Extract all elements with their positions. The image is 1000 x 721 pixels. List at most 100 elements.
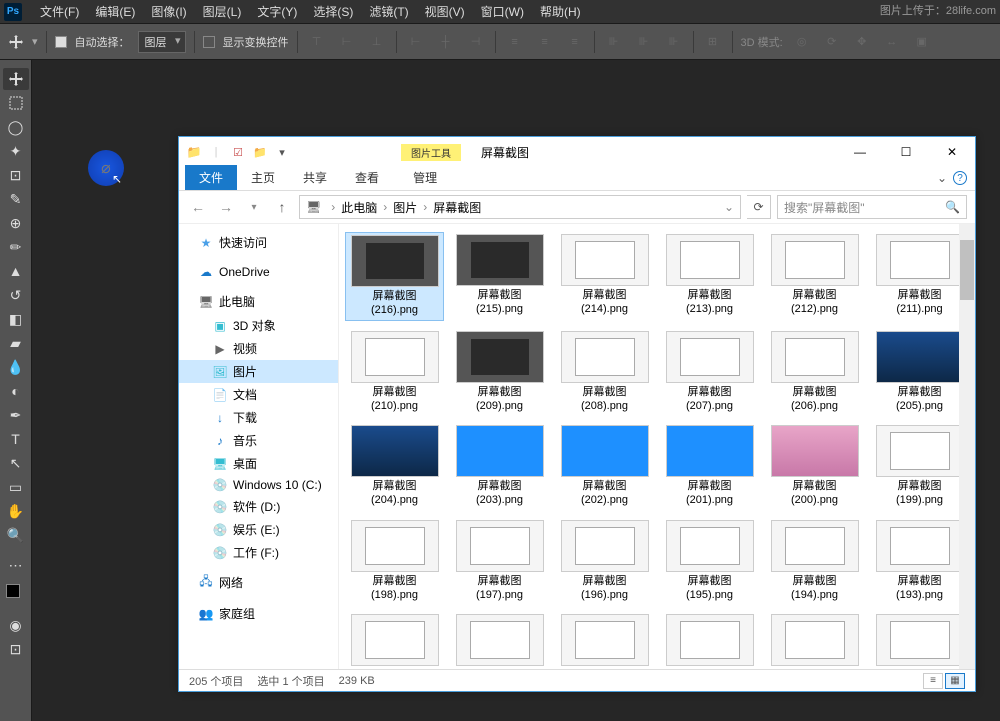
file-item[interactable]: 屏幕截图(205).png [870, 329, 969, 416]
explorer-titlebar[interactable]: 📁 | ☑ 📁 ▾ 图片工具 屏幕截图 — ☐ ✕ [179, 137, 975, 167]
hand-tool[interactable]: ✋ [3, 500, 29, 522]
marquee-tool[interactable] [3, 92, 29, 114]
menu-view[interactable]: 视图(V) [417, 3, 473, 20]
sidebar-item[interactable]: 💿Windows 10 (C:) [179, 475, 338, 495]
address-dropdown-icon[interactable]: ⌄ [724, 200, 734, 214]
file-item[interactable]: 屏幕截图(212).png [765, 232, 864, 321]
tab-share[interactable]: 共享 [289, 165, 341, 190]
file-item[interactable]: 屏幕截图(202).png [555, 423, 654, 510]
file-item[interactable]: 屏幕截图(196).png [555, 518, 654, 605]
quick-mask-icon[interactable]: ◉ [3, 614, 29, 636]
file-item[interactable] [765, 612, 864, 669]
sidebar-item[interactable]: ▶视频 [179, 337, 338, 360]
color-swatch[interactable] [6, 584, 26, 604]
sidebar-item[interactable]: 🖥桌面 [179, 452, 338, 475]
menu-type[interactable]: 文字(Y) [249, 3, 305, 20]
show-transform-checkbox[interactable] [203, 36, 215, 48]
tab-home[interactable]: 主页 [237, 165, 289, 190]
sidebar-item[interactable]: ↓下载 [179, 406, 338, 429]
recent-dropdown-icon[interactable]: ▾ [243, 196, 265, 218]
shape-tool[interactable]: ▭ [3, 476, 29, 498]
tab-manage[interactable]: 管理 [399, 165, 451, 190]
qat-newfolder-icon[interactable]: 📁 [251, 143, 269, 161]
ribbon-expand-icon[interactable]: ⌄ [937, 171, 947, 185]
file-item[interactable]: 屏幕截图(211).png [870, 232, 969, 321]
sidebar-homegroup[interactable]: 👥家庭组 [179, 601, 338, 626]
help-icon[interactable]: ? [953, 171, 967, 185]
file-item[interactable] [345, 612, 444, 669]
type-tool[interactable]: T [3, 428, 29, 450]
file-item[interactable]: 屏幕截图(206).png [765, 329, 864, 416]
file-item[interactable]: 屏幕截图(197).png [450, 518, 549, 605]
menu-image[interactable]: 图像(I) [143, 3, 194, 20]
sidebar-onedrive[interactable]: ☁OneDrive [179, 261, 338, 283]
stamp-tool[interactable]: ▲ [3, 260, 29, 282]
crumb-screenshots[interactable]: 屏幕截图 [433, 199, 481, 216]
file-item[interactable] [660, 612, 759, 669]
file-item[interactable]: 屏幕截图(214).png [555, 232, 654, 321]
file-item[interactable]: 屏幕截图(210).png [345, 329, 444, 416]
path-tool[interactable]: ↖ [3, 452, 29, 474]
view-details-icon[interactable]: ≡ [923, 673, 943, 689]
blur-tool[interactable]: 💧 [3, 356, 29, 378]
file-item[interactable]: 屏幕截图(207).png [660, 329, 759, 416]
sidebar-item[interactable]: ▣3D 对象 [179, 314, 338, 337]
forward-button[interactable]: → [215, 196, 237, 218]
up-button[interactable]: ↑ [271, 196, 293, 218]
file-item[interactable]: 屏幕截图(198).png [345, 518, 444, 605]
sidebar-item[interactable]: 💿娱乐 (E:) [179, 518, 338, 541]
menu-help[interactable]: 帮助(H) [532, 3, 589, 20]
sidebar-item[interactable]: 💿工作 (F:) [179, 541, 338, 564]
file-item[interactable]: 屏幕截图(200).png [765, 423, 864, 510]
gradient-tool[interactable]: ▰ [3, 332, 29, 354]
file-item[interactable]: 屏幕截图(201).png [660, 423, 759, 510]
maximize-button[interactable]: ☐ [883, 137, 929, 167]
file-item[interactable]: 屏幕截图(209).png [450, 329, 549, 416]
sidebar-quick-access[interactable]: ★快速访问 [179, 230, 338, 255]
menu-file[interactable]: 文件(F) [32, 3, 87, 20]
qat-dropdown-icon[interactable]: ▾ [273, 143, 291, 161]
sidebar-item[interactable]: 🖼图片 [179, 360, 338, 383]
file-item[interactable] [555, 612, 654, 669]
file-area[interactable]: 屏幕截图(216).png屏幕截图(215).png屏幕截图(214).png屏… [339, 224, 975, 669]
sidebar-item[interactable]: 📄文档 [179, 383, 338, 406]
sidebar-item[interactable]: 💿软件 (D:) [179, 495, 338, 518]
back-button[interactable]: ← [187, 196, 209, 218]
crumb-pictures[interactable]: 图片 [393, 199, 417, 216]
edit-toolbar-icon[interactable]: ⋯ [3, 554, 29, 576]
file-item[interactable]: 屏幕截图(194).png [765, 518, 864, 605]
auto-select-checkbox[interactable] [55, 36, 67, 48]
options-dropdown-icon[interactable]: ▾ [32, 35, 38, 48]
pen-tool[interactable]: ✒ [3, 404, 29, 426]
eraser-tool[interactable]: ◧ [3, 308, 29, 330]
menu-window[interactable]: 窗口(W) [473, 3, 532, 20]
file-item[interactable] [870, 612, 969, 669]
lasso-tool[interactable]: ◯ [3, 116, 29, 138]
search-input[interactable]: 搜索"屏幕截图" 🔍 [777, 195, 967, 219]
file-item[interactable]: 屏幕截图(213).png [660, 232, 759, 321]
eyedropper-tool[interactable]: ✎ [3, 188, 29, 210]
healing-tool[interactable]: ⊕ [3, 212, 29, 234]
menu-edit[interactable]: 编辑(E) [87, 3, 143, 20]
menu-select[interactable]: 选择(S) [305, 3, 361, 20]
close-button[interactable]: ✕ [929, 137, 975, 167]
screen-mode-icon[interactable]: ⊡ [3, 638, 29, 660]
menu-filter[interactable]: 滤镜(T) [361, 3, 416, 20]
file-item[interactable]: 屏幕截图(193).png [870, 518, 969, 605]
address-bar[interactable]: 🖥 › 此电脑 › 图片 › 屏幕截图 ⌄ [299, 195, 741, 219]
layer-dropdown[interactable]: 图层 [138, 31, 186, 53]
qat-properties-icon[interactable]: ☑ [229, 143, 247, 161]
menu-layer[interactable]: 图层(L) [195, 3, 250, 20]
crumb-thispc[interactable]: 此电脑 [341, 199, 377, 216]
history-brush-tool[interactable]: ↺ [3, 284, 29, 306]
file-item[interactable]: 屏幕截图(204).png [345, 423, 444, 510]
sidebar-network[interactable]: 🖧网络 [179, 570, 338, 595]
dodge-tool[interactable]: ◐ [3, 380, 29, 402]
file-item[interactable]: 屏幕截图(208).png [555, 329, 654, 416]
refresh-button[interactable]: ⟳ [747, 195, 771, 219]
tab-file[interactable]: 文件 [185, 165, 237, 190]
file-item[interactable]: 屏幕截图(216).png [345, 232, 444, 321]
magic-wand-tool[interactable]: ✦ [3, 140, 29, 162]
file-item[interactable]: 屏幕截图(195).png [660, 518, 759, 605]
scrollbar-vertical[interactable] [959, 224, 975, 669]
